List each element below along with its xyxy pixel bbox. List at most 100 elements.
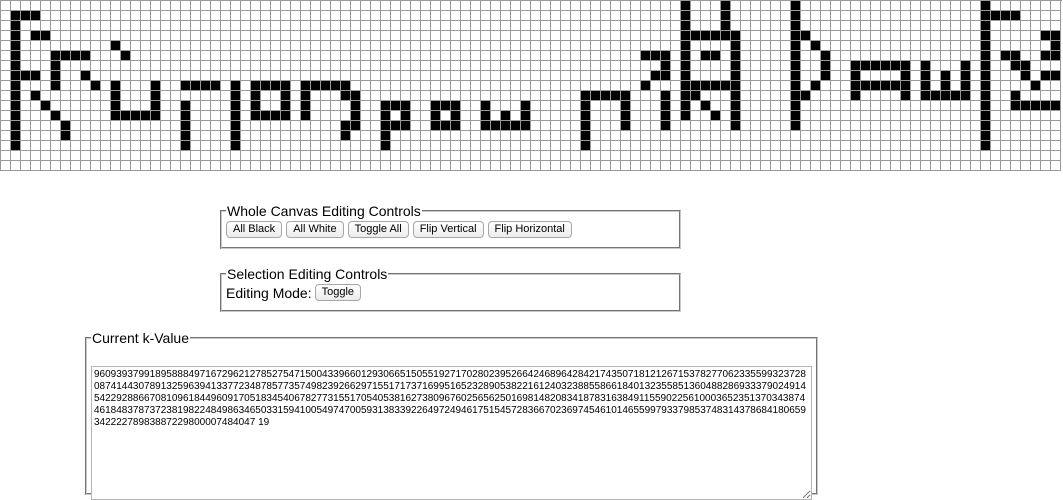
pixel-cell[interactable] (661, 1, 671, 11)
pixel-cell[interactable] (441, 101, 451, 111)
pixel-cell[interactable] (91, 111, 101, 121)
pixel-cell[interactable] (461, 61, 471, 71)
pixel-cell[interactable] (991, 141, 1001, 151)
pixel-cell[interactable] (481, 161, 491, 171)
pixel-cell[interactable] (861, 131, 871, 141)
pixel-cell[interactable] (861, 21, 871, 31)
pixel-cell[interactable] (201, 141, 211, 151)
pixel-cell[interactable] (461, 161, 471, 171)
pixel-cell[interactable] (591, 11, 601, 21)
pixel-cell[interactable] (21, 41, 31, 51)
pixel-cell[interactable] (431, 41, 441, 51)
pixel-cell[interactable] (921, 91, 931, 101)
pixel-cell[interactable] (61, 51, 71, 61)
pixel-cell[interactable] (811, 141, 821, 151)
pixel-cell[interactable] (801, 41, 811, 51)
pixel-cell[interactable] (1021, 71, 1031, 81)
pixel-cell[interactable] (391, 101, 401, 111)
pixel-cell[interactable] (441, 31, 451, 41)
pixel-cell[interactable] (421, 111, 431, 121)
pixel-cell[interactable] (731, 121, 741, 131)
pixel-cell[interactable] (181, 91, 191, 101)
pixel-cell[interactable] (561, 81, 571, 91)
pixel-cell[interactable] (531, 81, 541, 91)
pixel-cell[interactable] (611, 51, 621, 61)
pixel-cell[interactable] (1, 151, 11, 161)
pixel-cell[interactable] (971, 41, 981, 51)
pixel-cell[interactable] (801, 161, 811, 171)
pixel-cell[interactable] (151, 101, 161, 111)
pixel-cell[interactable] (471, 161, 481, 171)
pixel-cell[interactable] (331, 151, 341, 161)
pixel-cell[interactable] (961, 1, 971, 11)
pixel-cell[interactable] (981, 151, 991, 161)
pixel-cell[interactable] (521, 161, 531, 171)
pixel-cell[interactable] (31, 21, 41, 31)
pixel-cell[interactable] (411, 41, 421, 51)
pixel-cell[interactable] (901, 11, 911, 21)
pixel-cell[interactable] (41, 11, 51, 21)
pixel-cell[interactable] (741, 131, 751, 141)
pixel-cell[interactable] (481, 61, 491, 71)
pixel-cell[interactable] (791, 141, 801, 151)
pixel-cell[interactable] (21, 101, 31, 111)
pixel-cell[interactable] (731, 1, 741, 11)
pixel-cell[interactable] (191, 161, 201, 171)
pixel-cell[interactable] (31, 131, 41, 141)
pixel-cell[interactable] (311, 101, 321, 111)
pixel-cell[interactable] (441, 121, 451, 131)
pixel-cell[interactable] (811, 61, 821, 71)
pixel-cell[interactable] (381, 141, 391, 151)
pixel-cell[interactable] (151, 71, 161, 81)
pixel-cell[interactable] (901, 1, 911, 11)
pixel-cell[interactable] (921, 121, 931, 131)
pixel-cell[interactable] (71, 161, 81, 171)
pixel-cell[interactable] (561, 121, 571, 131)
pixel-cell[interactable] (371, 151, 381, 161)
pixel-cell[interactable] (361, 121, 371, 131)
pixel-cell[interactable] (231, 1, 241, 11)
pixel-cell[interactable] (1021, 91, 1031, 101)
pixel-cell[interactable] (631, 51, 641, 61)
pixel-cell[interactable] (771, 41, 781, 51)
pixel-cell[interactable] (701, 51, 711, 61)
pixel-cell[interactable] (401, 31, 411, 41)
pixel-cell[interactable] (891, 11, 901, 21)
pixel-cell[interactable] (91, 161, 101, 171)
pixel-cell[interactable] (811, 111, 821, 121)
pixel-cell[interactable] (461, 71, 471, 81)
pixel-cell[interactable] (781, 21, 791, 31)
pixel-cell[interactable] (131, 51, 141, 61)
pixel-cell[interactable] (211, 131, 221, 141)
pixel-cell[interactable] (501, 1, 511, 11)
pixel-cell[interactable] (921, 41, 931, 51)
pixel-cell[interactable] (221, 51, 231, 61)
pixel-cell[interactable] (511, 161, 521, 171)
pixel-cell[interactable] (971, 111, 981, 121)
pixel-cell[interactable] (301, 131, 311, 141)
pixel-cell[interactable] (1021, 51, 1031, 61)
pixel-cell[interactable] (331, 21, 341, 31)
pixel-cell[interactable] (671, 161, 681, 171)
pixel-cell[interactable] (461, 131, 471, 141)
pixel-cell[interactable] (261, 61, 271, 71)
pixel-cell[interactable] (871, 111, 881, 121)
pixel-cell[interactable] (601, 81, 611, 91)
pixel-cell[interactable] (571, 121, 581, 131)
pixel-cell[interactable] (851, 71, 861, 81)
pixel-cell[interactable] (501, 121, 511, 131)
pixel-cell[interactable] (791, 1, 801, 11)
pixel-cell[interactable] (71, 91, 81, 101)
pixel-cell[interactable] (601, 51, 611, 61)
pixel-cell[interactable] (761, 151, 771, 161)
pixel-cell[interactable] (561, 31, 571, 41)
pixel-cell[interactable] (681, 131, 691, 141)
pixel-cell[interactable] (681, 81, 691, 91)
pixel-cell[interactable] (861, 101, 871, 111)
pixel-cell[interactable] (931, 71, 941, 81)
pixel-cell[interactable] (951, 111, 961, 121)
pixel-cell[interactable] (271, 101, 281, 111)
pixel-cell[interactable] (751, 41, 761, 51)
pixel-cell[interactable] (181, 81, 191, 91)
pixel-cell[interactable] (691, 21, 701, 31)
